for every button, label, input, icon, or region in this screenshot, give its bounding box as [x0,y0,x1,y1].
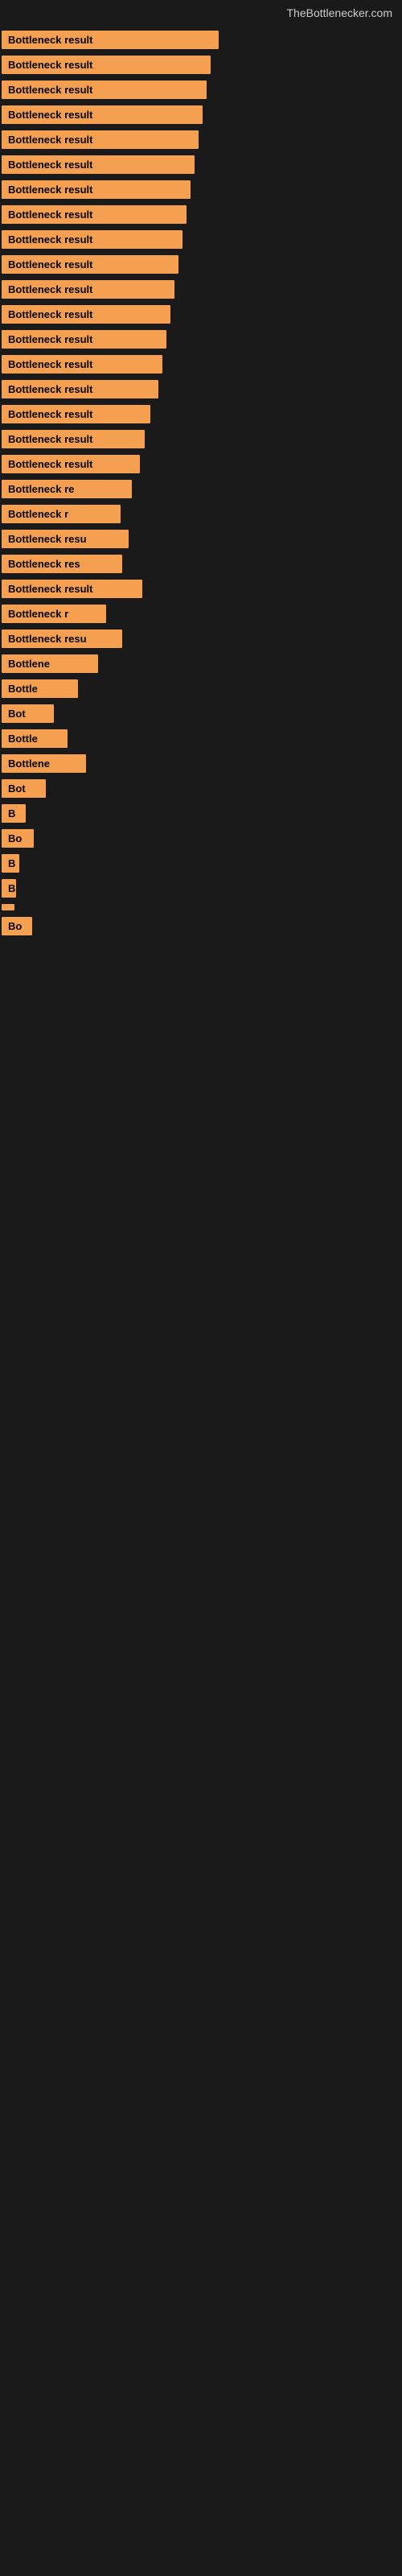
bar-row: Bottle [0,679,402,698]
bottleneck-bar-18: Bottleneck re [2,480,132,498]
bar-row: Bottleneck result [0,580,402,598]
bar-row [0,904,402,910]
bottleneck-bar-2: Bottleneck result [2,80,207,99]
bottleneck-bar-9: Bottleneck result [2,255,178,274]
bottleneck-bar-10: Bottleneck result [2,280,174,299]
bar-row: Bo [0,917,402,935]
bar-row: Bottleneck r [0,605,402,623]
bottleneck-bar-36: Bo [2,917,32,935]
bar-row: Bottleneck result [0,180,402,199]
bar-row: B [0,879,402,898]
bottleneck-bar-22: Bottleneck result [2,580,142,598]
bottleneck-bar-28: Bottle [2,729,68,748]
bottleneck-bar-12: Bottleneck result [2,330,166,349]
bottleneck-bar-35 [2,904,14,910]
bar-row: Bottleneck result [0,330,402,349]
bottleneck-bar-26: Bottle [2,679,78,698]
bar-row: Bottleneck result [0,430,402,448]
bar-row: Bottleneck result [0,380,402,398]
bottleneck-bar-0: Bottleneck result [2,31,219,49]
bottleneck-bar-27: Bot [2,704,54,723]
bar-row: Bottleneck result [0,405,402,423]
bar-row: Bottleneck result [0,205,402,224]
bottleneck-bar-4: Bottleneck result [2,130,199,149]
bar-row: Bottleneck res [0,555,402,573]
bottleneck-bar-25: Bottlene [2,654,98,673]
bar-row: Bo [0,829,402,848]
bottleneck-bar-11: Bottleneck result [2,305,170,324]
bottleneck-bar-16: Bottleneck result [2,430,145,448]
bar-row: B [0,854,402,873]
bottleneck-bar-13: Bottleneck result [2,355,162,374]
bottleneck-bar-6: Bottleneck result [2,180,191,199]
site-title: TheBottlenecker.com [0,0,402,26]
bar-row: Bottlene [0,654,402,673]
bar-row: Bottlene [0,754,402,773]
bottleneck-bar-19: Bottleneck r [2,505,121,523]
bar-row: Bottleneck result [0,80,402,99]
bar-row: Bottleneck result [0,155,402,174]
bottleneck-bar-24: Bottleneck resu [2,630,122,648]
bottleneck-bar-7: Bottleneck result [2,205,187,224]
bar-row: Bottleneck result [0,31,402,49]
bottleneck-bar-31: B [2,804,26,823]
bar-row: Bottleneck resu [0,530,402,548]
bar-row: B [0,804,402,823]
bar-row: Bottleneck r [0,505,402,523]
bottleneck-bar-15: Bottleneck result [2,405,150,423]
bar-row: Bottleneck result [0,105,402,124]
bottleneck-bar-21: Bottleneck res [2,555,122,573]
bottleneck-bar-17: Bottleneck result [2,455,140,473]
bottleneck-bar-29: Bottlene [2,754,86,773]
bottleneck-bar-3: Bottleneck result [2,105,203,124]
bar-row: Bottleneck result [0,305,402,324]
bar-row: Bottleneck result [0,280,402,299]
bottleneck-bar-33: B [2,854,19,873]
bar-row: Bot [0,704,402,723]
bar-row: Bottleneck result [0,355,402,374]
bottleneck-bar-20: Bottleneck resu [2,530,129,548]
bottleneck-bar-30: Bot [2,779,46,798]
bar-row: Bottleneck re [0,480,402,498]
bar-row: Bottleneck result [0,130,402,149]
bar-row: Bottleneck result [0,56,402,74]
bottleneck-bar-1: Bottleneck result [2,56,211,74]
bar-row: Bottleneck result [0,230,402,249]
bar-row: Bottleneck result [0,255,402,274]
bottleneck-bar-14: Bottleneck result [2,380,158,398]
bottleneck-bar-32: Bo [2,829,34,848]
bar-row: Bot [0,779,402,798]
bar-row: Bottle [0,729,402,748]
bars-container: Bottleneck result Bottleneck result Bottle… [0,31,402,935]
bottleneck-bar-5: Bottleneck result [2,155,195,174]
bottleneck-bar-23: Bottleneck r [2,605,106,623]
bar-row: Bottleneck result [0,455,402,473]
bottleneck-bar-34: B [2,879,16,898]
bar-row: Bottleneck resu [0,630,402,648]
bottleneck-bar-8: Bottleneck result [2,230,183,249]
